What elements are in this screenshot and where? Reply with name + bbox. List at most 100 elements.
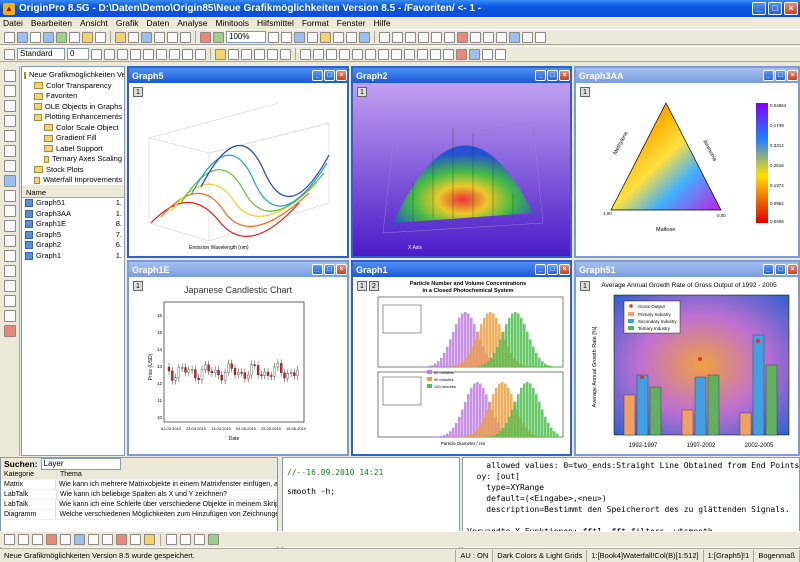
new-layout-icon[interactable] <box>82 31 93 43</box>
graph2-window[interactable]: Graph2 _ □ × 1 X Axis <box>351 66 572 258</box>
menu-hilfsmittel[interactable]: Hilfsmittel <box>257 18 294 28</box>
scale-out-icon[interactable] <box>3 130 16 142</box>
new-project-icon[interactable] <box>4 31 15 43</box>
contour-icon[interactable] <box>482 48 493 60</box>
area-icon[interactable] <box>74 534 85 545</box>
list-item[interactable]: Graph2 6. <box>22 240 124 251</box>
minimize-icon[interactable]: _ <box>763 264 774 275</box>
close-icon[interactable]: × <box>787 70 798 81</box>
print-icon[interactable] <box>268 31 279 43</box>
close-icon[interactable]: × <box>559 70 570 81</box>
graph1e-window[interactable]: Graph1E _ □ × 1 Japanese Candlestic Chart 1… <box>127 260 349 456</box>
new-workbook-icon[interactable] <box>17 31 28 43</box>
layer-grid-icon[interactable] <box>431 31 442 43</box>
menu-fenster[interactable]: Fenster <box>337 18 366 28</box>
minimize-icon[interactable]: _ <box>535 70 546 81</box>
table-row[interactable]: LabTalk Wie kann ich beliebige Spalten al… <box>1 490 277 500</box>
minimize-icon[interactable]: _ <box>312 70 323 81</box>
layer-tab-2[interactable]: 2 <box>369 281 379 291</box>
error-bar-icon[interactable] <box>116 534 127 545</box>
search-input[interactable]: Layer <box>40 458 121 470</box>
tree-item[interactable]: Color Scale Object <box>24 123 122 134</box>
3d-perspective-icon[interactable] <box>443 48 454 60</box>
code-builder-icon[interactable] <box>320 31 331 43</box>
tile-icon[interactable] <box>522 31 533 43</box>
region-icon[interactable] <box>3 295 16 307</box>
duplicate-icon[interactable] <box>307 31 318 43</box>
tree-item[interactable]: Stock Plots <box>24 165 122 176</box>
save-icon[interactable] <box>141 31 152 43</box>
insert-graph-icon[interactable] <box>3 325 16 337</box>
box-icon[interactable] <box>144 534 155 545</box>
pattern-icon[interactable] <box>280 48 291 60</box>
layout-icon[interactable] <box>496 31 507 43</box>
layer-tab[interactable]: 1 <box>133 281 143 291</box>
italic-icon[interactable] <box>104 48 115 60</box>
minimize-icon[interactable]: _ <box>312 264 323 275</box>
refresh-icon[interactable] <box>294 31 305 43</box>
pointer-icon[interactable] <box>3 70 16 82</box>
list-item[interactable]: Graph3AA 1. <box>22 209 124 220</box>
minimize-button[interactable]: _ <box>752 2 766 15</box>
curved-arrow-icon[interactable] <box>3 250 16 262</box>
line-style-icon[interactable] <box>241 48 252 60</box>
vector-icon[interactable] <box>130 534 141 545</box>
ungroup-icon[interactable] <box>339 48 350 60</box>
graph51-window[interactable]: Graph51 _ □ × 1 Average Annual Growth Rate … <box>574 260 800 456</box>
align-center-icon[interactable] <box>182 48 193 60</box>
menu-ansicht[interactable]: Ansicht <box>80 18 108 28</box>
maximize-icon[interactable]: □ <box>324 70 335 81</box>
new-graph-icon[interactable] <box>43 31 54 43</box>
polar-icon[interactable] <box>208 534 219 545</box>
group-icon[interactable] <box>326 48 337 60</box>
graph1-window[interactable]: Graph1 _ □ × 1 2 Particle Number and Volume… <box>351 260 572 456</box>
draw-data-icon[interactable] <box>3 205 16 217</box>
new-matrix-icon[interactable] <box>56 31 67 43</box>
layer-tab[interactable]: 1 <box>580 87 590 97</box>
line-width-icon[interactable] <box>254 48 265 60</box>
menu-hilfe[interactable]: Hilfe <box>374 18 391 28</box>
zoom-combo[interactable]: 100% <box>226 31 266 43</box>
tree-item[interactable]: Plotting Enhancements <box>24 112 122 123</box>
save-template-icon[interactable] <box>154 31 165 43</box>
list-item[interactable]: Graph5 7. <box>22 230 124 241</box>
maximize-icon[interactable]: □ <box>324 264 335 275</box>
maximize-icon[interactable]: □ <box>547 264 558 275</box>
rescale-icon[interactable] <box>418 31 429 43</box>
align-icon[interactable] <box>352 48 363 60</box>
font-size-combo[interactable]: 0 <box>67 48 89 60</box>
color-scale-icon[interactable] <box>457 31 468 43</box>
tree-item[interactable]: OLE Objects in Graphs <box>24 102 122 113</box>
pie-icon[interactable] <box>88 534 99 545</box>
menu-datei[interactable]: Datei <box>3 18 23 28</box>
list-item[interactable]: Graph1E 8. <box>22 219 124 230</box>
graph5-window[interactable]: Graph5 _ □ × 1 Emission Wavelength (nm) <box>127 66 349 258</box>
menu-minitools[interactable]: Minitools <box>215 18 249 28</box>
greek-icon[interactable] <box>156 48 167 60</box>
rectangle-tool-icon[interactable] <box>3 280 16 292</box>
new-excel-icon[interactable] <box>30 31 41 43</box>
font-combo[interactable]: Standard <box>17 48 65 60</box>
layer-tab[interactable]: 1 <box>357 87 367 97</box>
scale-in-icon[interactable] <box>3 115 16 127</box>
line-tool-icon[interactable] <box>3 265 16 277</box>
bring-front-icon[interactable] <box>300 48 311 60</box>
line-color-icon[interactable] <box>228 48 239 60</box>
3d-icon[interactable] <box>166 534 177 545</box>
align-left-icon[interactable] <box>169 48 180 60</box>
fill-color-icon[interactable] <box>215 48 226 60</box>
3d-tilt-icon[interactable] <box>430 48 441 60</box>
template-icon[interactable] <box>194 534 205 545</box>
table-row[interactable]: Diagramm Welche verschiedenen Möglichkeit… <box>1 510 277 520</box>
screen-reader-icon[interactable] <box>3 145 16 157</box>
project-explorer-icon[interactable] <box>359 31 370 43</box>
tree-item[interactable]: Waterfall Improvements <box>24 175 122 185</box>
close-icon[interactable]: × <box>336 70 347 81</box>
minimize-icon[interactable]: _ <box>535 264 546 275</box>
cascade-icon[interactable] <box>535 31 546 43</box>
zoom-out-icon[interactable] <box>3 100 16 112</box>
recalculate-icon[interactable] <box>200 31 211 43</box>
layer-tab[interactable]: 1 <box>133 87 143 97</box>
maximize-icon[interactable]: □ <box>547 70 558 81</box>
matrix-icon[interactable] <box>495 48 506 60</box>
